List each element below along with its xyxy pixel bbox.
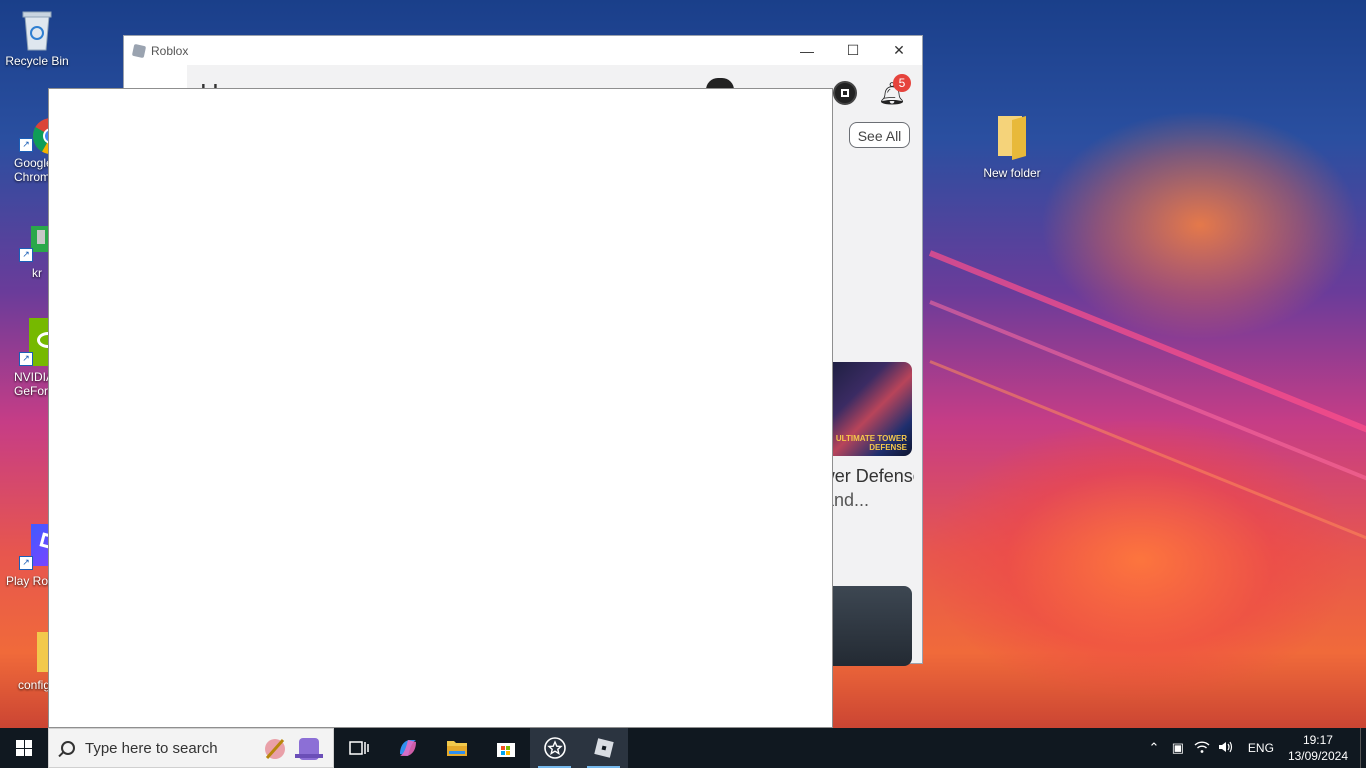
desktop-icon-label: kr bbox=[32, 266, 42, 280]
windows-logo-icon bbox=[16, 740, 32, 756]
chevron-up-icon[interactable]: ⌃ bbox=[1142, 740, 1166, 756]
desktop-icon-recycle-bin[interactable]: Recycle Bin bbox=[0, 8, 74, 68]
roblox-icon bbox=[593, 738, 614, 758]
desktop-icon-label: Recycle Bin bbox=[5, 54, 69, 68]
recycle-bin-icon bbox=[17, 8, 57, 51]
clock-time: 19:17 bbox=[1302, 733, 1333, 747]
roblox-app-icon bbox=[131, 43, 147, 58]
search-highlight-icon bbox=[265, 738, 323, 760]
game-thumbnail[interactable] bbox=[824, 586, 912, 666]
desktop-icon-label: New folder bbox=[983, 166, 1041, 180]
store-icon bbox=[496, 743, 515, 757]
close-button[interactable]: ✕ bbox=[876, 36, 922, 65]
see-all-button[interactable]: See All bbox=[849, 122, 910, 148]
wallpaper-glow bbox=[1040, 110, 1360, 340]
taskbar-file-explorer[interactable] bbox=[432, 728, 481, 768]
desktop-icon-label: config bbox=[18, 678, 48, 692]
game-thumbnail[interactable]: ULTIMATE TOWER DEFENSE bbox=[824, 362, 912, 456]
desktop-icon-label: Play Roblox bbox=[6, 574, 48, 588]
taskbar-search-box[interactable]: Type here to search bbox=[48, 728, 334, 768]
game-subtitle: and... bbox=[824, 490, 870, 510]
desktop-icon-label: NVIDIA GeForce bbox=[14, 370, 48, 398]
shortcut-arrow-icon: ↗ bbox=[19, 138, 33, 152]
robux-icon[interactable] bbox=[833, 81, 857, 105]
start-button[interactable] bbox=[0, 728, 48, 768]
desktop-icon-new-folder[interactable]: New folder bbox=[975, 112, 1049, 180]
system-tray: ⌃ ▣ ENG 19:17 13/09/2024 bbox=[1142, 728, 1366, 768]
blank-window[interactable] bbox=[48, 88, 833, 728]
taskbar: Type here to search ⌃ ▣ ENG 19:17 13/09/ bbox=[0, 728, 1366, 768]
language-indicator[interactable]: ENG bbox=[1248, 741, 1274, 755]
volume-icon[interactable] bbox=[1214, 740, 1238, 757]
tray-app-icon[interactable]: ▣ bbox=[1166, 740, 1190, 756]
taskbar-copilot[interactable] bbox=[383, 728, 432, 768]
copilot-icon bbox=[399, 740, 416, 756]
desktop-icon-label: Google Chrome bbox=[14, 156, 48, 184]
search-placeholder: Type here to search bbox=[85, 739, 218, 757]
search-icon bbox=[61, 741, 75, 755]
shortcut-arrow-icon: ↗ bbox=[19, 248, 33, 262]
star-circle-icon bbox=[543, 737, 566, 759]
folder-icon bbox=[992, 112, 1032, 162]
maximize-button[interactable]: ☐ bbox=[830, 36, 876, 65]
window-title: Roblox bbox=[151, 43, 189, 58]
wifi-icon[interactable] bbox=[1190, 740, 1214, 757]
minimize-button[interactable]: — bbox=[784, 36, 830, 65]
game-thumbnail-text: ULTIMATE TOWER DEFENSE bbox=[835, 434, 907, 452]
taskbar-microsoft-store[interactable] bbox=[481, 728, 530, 768]
task-view-button[interactable] bbox=[334, 728, 383, 768]
taskbar-roblox[interactable] bbox=[579, 728, 628, 768]
taskbar-app-star[interactable] bbox=[530, 728, 579, 768]
clock[interactable]: 19:17 13/09/2024 bbox=[1288, 732, 1348, 764]
shortcut-arrow-icon: ↗ bbox=[19, 352, 33, 366]
task-view-icon bbox=[348, 741, 369, 755]
notification-badge: 5 bbox=[893, 74, 911, 92]
shortcut-arrow-icon: ↗ bbox=[19, 556, 33, 570]
game-title[interactable]: Ultimate Tower Defense bbox=[824, 466, 914, 487]
wallpaper-glow bbox=[930, 420, 1350, 700]
roblox-titlebar[interactable]: Roblox — ☐ ✕ bbox=[124, 36, 922, 65]
show-desktop-button[interactable] bbox=[1360, 728, 1366, 768]
folder-icon bbox=[446, 741, 467, 756]
clock-date: 13/09/2024 bbox=[1287, 749, 1348, 763]
